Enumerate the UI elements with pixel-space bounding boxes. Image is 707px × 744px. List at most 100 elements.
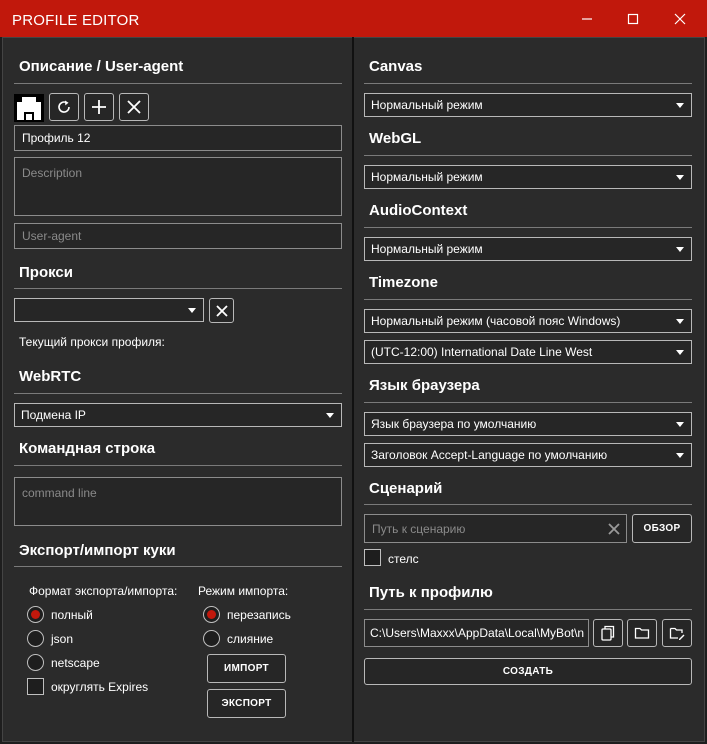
copy-icon	[601, 625, 615, 641]
timezone-value: (UTC-12:00) International Date Line West	[371, 345, 593, 359]
column-divider	[352, 37, 354, 742]
section-proxy-title: Прокси	[19, 264, 73, 281]
section-cookies-title: Экспорт/импорт куки	[19, 542, 176, 559]
chevron-down-icon	[326, 413, 334, 418]
accept-language-value: Заголовок Accept-Language по умолчанию	[371, 448, 608, 462]
chevron-down-icon	[676, 350, 684, 355]
chevron-down-icon	[676, 422, 684, 427]
section-cmdline-title: Командная строка	[19, 440, 156, 457]
browser-lang-value: Язык браузера по умолчанию	[371, 417, 537, 431]
chevron-down-icon	[676, 319, 684, 324]
section-rule	[364, 402, 692, 403]
chevron-down-icon	[676, 453, 684, 458]
webgl-select[interactable]: Нормальный режим	[364, 165, 692, 189]
profile-name-input[interactable]: Профиль 12	[14, 125, 342, 151]
title-bar[interactable]: PROFILE EDITOR	[0, 0, 707, 37]
mode-overwrite-radio[interactable]	[203, 606, 220, 623]
section-rule	[364, 504, 692, 505]
folder-edit-icon	[669, 627, 685, 640]
format-full-radio[interactable]	[27, 606, 44, 623]
add-button[interactable]	[84, 93, 114, 121]
refresh-icon	[58, 100, 70, 113]
close-icon	[215, 304, 228, 317]
proxy-select[interactable]	[14, 298, 204, 322]
window-title: PROFILE EDITOR	[12, 12, 140, 29]
section-timezone-title: Timezone	[369, 274, 438, 291]
stealth-checkbox[interactable]	[364, 549, 381, 566]
section-rule	[14, 83, 342, 84]
mode-merge-label: слияние	[227, 632, 274, 646]
audio-select-value: Нормальный режим	[371, 242, 483, 256]
format-json-radio[interactable]	[27, 630, 44, 647]
section-script-title: Сценарий	[369, 480, 443, 497]
section-description-title: Описание / User-agent	[19, 58, 184, 75]
useragent-input[interactable]: User-agent	[14, 223, 342, 249]
maximize-icon	[627, 13, 639, 25]
section-rule	[14, 465, 342, 466]
maximize-button[interactable]	[618, 6, 648, 32]
format-netscape-label: netscape	[51, 656, 100, 670]
accept-language-select[interactable]: Заголовок Accept-Language по умолчанию	[364, 443, 692, 467]
close-icon	[127, 100, 141, 114]
edit-folder-button[interactable]	[662, 619, 692, 647]
section-lang-title: Язык браузера	[369, 377, 480, 394]
mode-overwrite-label: перезапись	[227, 608, 291, 622]
browser-lang-select[interactable]: Язык браузера по умолчанию	[364, 412, 692, 436]
section-rule	[14, 393, 342, 394]
cmdline-placeholder: command line	[22, 486, 97, 500]
profile-path-value: C:\Users\Maxxx\AppData\Local\MyBot\n	[370, 626, 585, 640]
copy-path-button[interactable]	[593, 619, 623, 647]
minimize-button[interactable]	[572, 6, 602, 32]
description-placeholder: Description	[22, 166, 83, 180]
timezone-select[interactable]: (UTC-12:00) International Date Line West	[364, 340, 692, 364]
webgl-select-value: Нормальный режим	[371, 170, 483, 184]
chevron-down-icon	[676, 175, 684, 180]
round-expires-checkbox[interactable]	[27, 678, 44, 695]
section-canvas-title: Canvas	[369, 58, 423, 75]
section-webrtc-title: WebRTC	[19, 368, 82, 385]
export-button[interactable]: ЭКСПОРТ	[207, 689, 286, 718]
open-folder-button[interactable]	[627, 619, 657, 647]
import-button[interactable]: ИМПОРТ	[207, 654, 286, 683]
import-mode-label: Режим импорта:	[198, 584, 289, 598]
audio-select[interactable]: Нормальный режим	[364, 237, 692, 261]
canvas-select-value: Нормальный режим	[371, 98, 483, 112]
browse-button[interactable]: ОБЗОР	[632, 514, 692, 543]
stealth-label: стелс	[388, 552, 419, 566]
section-rule	[364, 299, 692, 300]
timezone-mode-value: Нормальный режим (часовой пояс Windows)	[371, 314, 621, 328]
chevron-down-icon	[676, 103, 684, 108]
close-icon	[674, 13, 686, 25]
section-rule	[364, 609, 692, 610]
clear-icon[interactable]	[608, 523, 620, 535]
clear-proxy-button[interactable]	[209, 298, 234, 323]
format-full-label: полный	[51, 608, 93, 622]
folder-icon	[634, 627, 650, 639]
section-rule	[364, 227, 692, 228]
description-input[interactable]: Description	[14, 157, 342, 216]
refresh-button[interactable]	[49, 93, 79, 121]
timezone-mode-select[interactable]: Нормальный режим (часовой пояс Windows)	[364, 309, 692, 333]
create-button[interactable]: СОЗДАТЬ	[364, 658, 692, 685]
webrtc-select[interactable]: Подмена IP	[14, 403, 342, 427]
script-path-placeholder: Путь к сценарию	[372, 521, 466, 536]
profile-name-value: Профиль 12	[22, 131, 91, 145]
plus-icon	[92, 100, 106, 114]
chevron-down-icon	[188, 308, 196, 313]
close-window-button[interactable]	[665, 6, 695, 32]
section-webgl-title: WebGL	[369, 130, 422, 147]
mode-merge-radio[interactable]	[203, 630, 220, 647]
section-audio-title: AudioContext	[369, 202, 468, 219]
cookie-format-label: Формат экспорта/импорта:	[29, 584, 178, 598]
cmdline-input[interactable]: command line	[14, 477, 342, 526]
profile-path-input[interactable]: C:\Users\Maxxx\AppData\Local\MyBot\n	[364, 619, 589, 647]
section-rule	[364, 83, 692, 84]
canvas-select[interactable]: Нормальный режим	[364, 93, 692, 117]
section-rule	[14, 566, 342, 567]
format-json-label: json	[51, 632, 74, 646]
clear-button[interactable]	[119, 93, 149, 121]
current-proxy-label: Текущий прокси профиля:	[19, 335, 165, 349]
format-netscape-radio[interactable]	[27, 654, 44, 671]
webrtc-select-value: Подмена IP	[21, 408, 86, 422]
script-path-input[interactable]: Путь к сценарию	[364, 514, 627, 543]
